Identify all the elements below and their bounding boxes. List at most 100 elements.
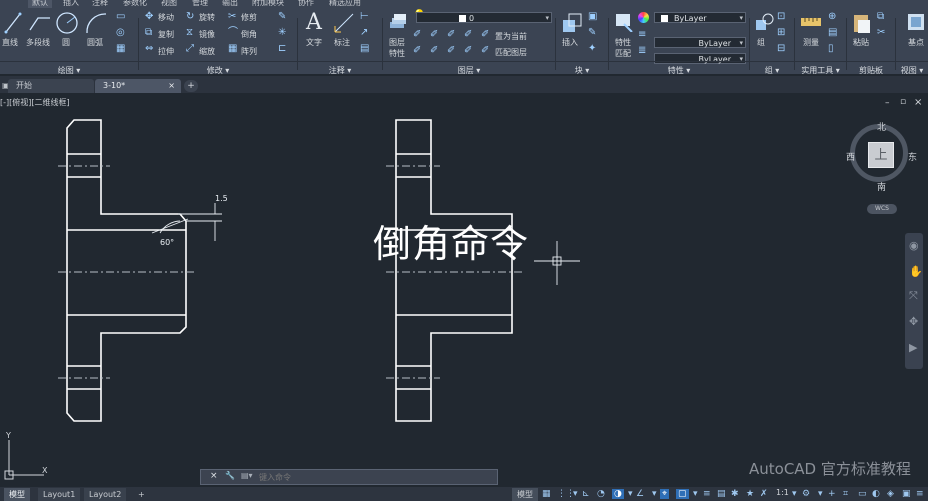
layer-tool-icon[interactable]: ✐: [413, 30, 421, 40]
lineweight-toggle-icon[interactable]: ≡: [703, 489, 711, 499]
group-button[interactable]: 组: [757, 37, 765, 48]
compass-east[interactable]: 东: [908, 150, 917, 163]
layer-tool-icon[interactable]: ✐: [447, 30, 455, 40]
add-tab-button[interactable]: +: [184, 80, 198, 92]
hatch-icon[interactable]: ◎: [116, 28, 125, 38]
menu-tab-output[interactable]: 输出: [222, 0, 238, 8]
tab-layout2[interactable]: Layout2: [84, 488, 127, 501]
dimension-button[interactable]: 标注: [334, 37, 350, 48]
viewcube-top-face[interactable]: 上: [868, 142, 894, 168]
draw-panel-title[interactable]: 绘图 ▾: [0, 65, 138, 76]
annotation-visibility-icon[interactable]: ✗: [760, 489, 768, 499]
tab-model[interactable]: 模型: [4, 488, 30, 501]
match-properties-button[interactable]: 特性: [615, 37, 631, 48]
quick-properties-icon[interactable]: ▭: [858, 489, 867, 499]
rectangle-icon[interactable]: ▭: [116, 12, 125, 22]
dimension-icon[interactable]: [333, 12, 355, 34]
copy-button[interactable]: 复制: [158, 29, 174, 40]
customize-icon[interactable]: ≡: [916, 489, 924, 499]
move-button[interactable]: 移动: [158, 12, 174, 23]
pan-icon[interactable]: ✋: [909, 265, 923, 278]
edit-block-icon[interactable]: ✎: [588, 28, 596, 38]
circle-icon[interactable]: [55, 11, 79, 35]
grid-icon[interactable]: ▦: [542, 489, 551, 499]
erase-icon[interactable]: ✎: [278, 12, 286, 22]
command-history-icon[interactable]: ▤▾: [241, 471, 253, 480]
line-icon[interactable]: [4, 12, 22, 34]
table-annot-icon[interactable]: ▤: [360, 44, 369, 54]
cut-icon[interactable]: ✂: [877, 28, 885, 38]
attribute-icon[interactable]: ✦: [588, 44, 596, 54]
dropdown-icon[interactable]: ▾: [792, 489, 797, 499]
menu-tab-view[interactable]: 视图: [161, 0, 177, 8]
annotation-panel-title[interactable]: 注释 ▾: [298, 65, 382, 76]
modify-panel-title[interactable]: 修改 ▾: [139, 65, 297, 76]
trim-button[interactable]: 修剪: [241, 12, 257, 23]
tab-layout1[interactable]: Layout1: [38, 488, 81, 501]
layer-tool-icon[interactable]: ✐: [447, 46, 455, 56]
text-icon[interactable]: A: [306, 10, 322, 35]
clean-screen-icon[interactable]: ▣: [902, 489, 911, 499]
arc-icon[interactable]: [84, 11, 108, 35]
add-layout-button[interactable]: +: [133, 488, 150, 501]
circle-button[interactable]: 圆: [62, 37, 70, 48]
insert-block-icon[interactable]: [561, 12, 583, 34]
snap-dropdown-icon[interactable]: ▾: [573, 489, 578, 499]
polar-icon[interactable]: ◔: [597, 489, 605, 499]
groups-panel-title[interactable]: 组 ▾: [750, 65, 794, 76]
linear-dim-icon[interactable]: ⊢: [360, 12, 369, 22]
explode-icon[interactable]: ✳: [278, 28, 286, 38]
layers-panel-title[interactable]: 图层 ▾: [383, 65, 555, 76]
isolate-objects-icon[interactable]: ◐: [872, 489, 880, 499]
utility-tool-icon[interactable]: ⊕: [828, 12, 836, 22]
lineweight-dropdown[interactable]: ByLayer: [654, 53, 746, 65]
viewcube[interactable]: 上 北 南 东 西: [846, 120, 917, 193]
annotation-scale-value[interactable]: 1:1: [776, 488, 789, 497]
annotation-monitor-icon[interactable]: ✱: [731, 489, 739, 499]
color-dropdown[interactable]: ByLayer: [654, 12, 746, 24]
menu-tab-annotate[interactable]: 注释: [92, 0, 108, 8]
properties-panel-title[interactable]: 特性 ▾: [609, 65, 749, 76]
base-view-button[interactable]: 基点: [908, 37, 924, 48]
annotation-scale-icon[interactable]: ★: [746, 489, 754, 499]
dropdown-icon[interactable]: ▾: [628, 489, 633, 499]
transparency-icon[interactable]: ▤: [717, 489, 726, 499]
paste-icon[interactable]: [852, 12, 872, 34]
compass-south[interactable]: 南: [877, 180, 886, 193]
units-icon[interactable]: ⌗: [843, 489, 848, 499]
2d-snap-icon[interactable]: ▢: [676, 489, 689, 499]
menu-tab-default[interactable]: 默认: [28, 0, 52, 8]
layer-dropdown[interactable]: 0: [416, 12, 552, 24]
object-snap-tracking-icon[interactable]: ∠: [636, 489, 644, 499]
ortho-icon[interactable]: ⊾: [582, 489, 590, 499]
dropdown-icon[interactable]: ▾: [652, 489, 657, 499]
insert-button[interactable]: 插入: [562, 37, 578, 48]
compass-west[interactable]: 西: [846, 150, 855, 163]
block-panel-title[interactable]: 块 ▾: [556, 65, 608, 76]
command-input[interactable]: [259, 471, 489, 483]
group-edit-icon[interactable]: ⊞: [777, 28, 785, 38]
group-icon[interactable]: [754, 12, 774, 32]
group-select-icon[interactable]: ⊟: [777, 44, 785, 54]
wcs-menu[interactable]: WCS: [867, 204, 897, 214]
scale-button[interactable]: 缩放: [199, 46, 215, 57]
compass-north[interactable]: 北: [877, 120, 886, 133]
polyline-icon[interactable]: [28, 12, 52, 34]
command-close-icon[interactable]: ×: [210, 471, 218, 481]
orbit-icon[interactable]: ✥: [909, 315, 918, 328]
dropdown-icon[interactable]: ▾: [693, 489, 698, 499]
measure-button[interactable]: 测量: [803, 37, 819, 48]
close-tab-icon[interactable]: ×: [168, 79, 175, 93]
menu-tab-parametric[interactable]: 参数化: [123, 0, 147, 8]
match-layer-button[interactable]: 匹配图层: [495, 47, 527, 58]
annotate-plus-icon[interactable]: +: [828, 489, 836, 499]
menu-tab-featured[interactable]: 精选应用: [329, 0, 361, 8]
polyline-button[interactable]: 多段线: [26, 37, 50, 48]
match-properties-icon[interactable]: [614, 12, 634, 32]
hardware-acceleration-icon[interactable]: ◈: [887, 489, 894, 499]
create-block-icon[interactable]: ▣: [588, 12, 597, 22]
rotate-button[interactable]: 旋转: [199, 12, 215, 23]
ungroup-icon[interactable]: ⊡: [777, 12, 785, 22]
utility-tool-icon[interactable]: ▤: [828, 28, 837, 38]
workspace-gear-icon[interactable]: ⚙: [802, 489, 810, 499]
